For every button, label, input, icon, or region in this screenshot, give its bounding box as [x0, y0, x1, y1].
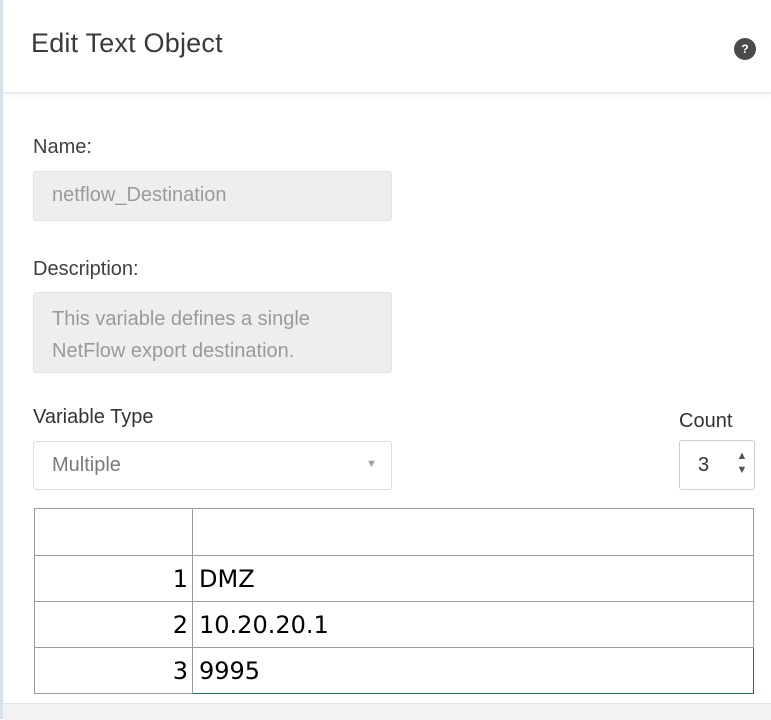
row-index-cell: 1 — [34, 555, 193, 602]
name-field[interactable]: netflow_Destination — [33, 171, 392, 221]
table-row: 2 10.20.20.1 — [34, 601, 754, 648]
dialog-header: Edit Text Object ? — [3, 0, 771, 94]
grid-header-cell-index[interactable] — [34, 508, 193, 556]
description-line-1: This variable defines a single — [52, 308, 310, 330]
values-grid: 1 DMZ 2 10.20.20.1 3 9995 — [34, 508, 754, 694]
edit-text-object-dialog: Edit Text Object ? Name: netflow_Destina… — [0, 0, 771, 720]
dialog-footer-edge — [3, 703, 771, 720]
variable-type-label: Variable Type — [33, 406, 154, 428]
name-label: Name: — [33, 136, 92, 158]
grid-header-cell-value[interactable] — [192, 508, 754, 556]
table-row: 1 DMZ — [34, 555, 754, 602]
row-value-cell[interactable]: DMZ — [192, 555, 754, 602]
stepper-arrows-icon[interactable]: ▲ ▼ — [736, 449, 748, 481]
description-line-2: NetFlow export destination. — [52, 340, 295, 362]
variable-type-select[interactable]: Multiple ▼ — [33, 441, 392, 490]
description-label: Description: — [33, 258, 139, 280]
count-label: Count — [679, 410, 733, 432]
row-index-cell: 2 — [34, 601, 193, 648]
row-index-cell: 3 — [34, 647, 193, 694]
row-value-cell[interactable]: 10.20.20.1 — [192, 601, 754, 648]
row-value-cell-selected[interactable]: 9995 — [192, 647, 754, 694]
question-circle-icon[interactable]: ? — [734, 38, 756, 60]
variable-type-value: Multiple — [52, 454, 121, 476]
count-value: 3 — [698, 454, 710, 476]
chevron-down-icon: ▼ — [366, 458, 377, 470]
dialog-title: Edit Text Object — [31, 28, 223, 58]
count-stepper[interactable]: 3 ▲ ▼ — [679, 440, 755, 490]
grid-header-row — [34, 508, 754, 556]
table-row: 3 9995 — [34, 647, 754, 694]
description-field[interactable]: This variable defines a single NetFlow e… — [33, 292, 392, 373]
